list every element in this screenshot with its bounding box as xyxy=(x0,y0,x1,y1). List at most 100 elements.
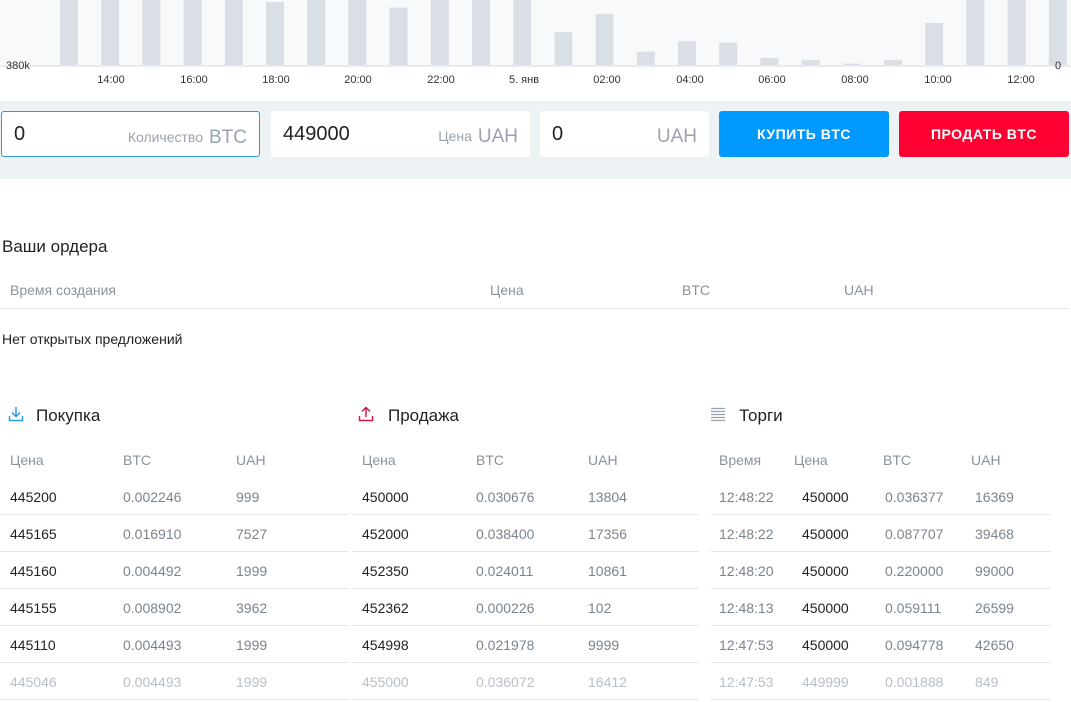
table-row[interactable]: 445155 0.008902 3962 xyxy=(0,589,348,626)
volume-bar xyxy=(925,23,944,65)
time-cell: 12:48:13 xyxy=(719,600,774,616)
uah-cell: 17356 xyxy=(588,526,627,542)
volume-bar xyxy=(60,0,78,65)
price-input[interactable] xyxy=(271,111,530,157)
y-axis-right-label: 0 xyxy=(1055,60,1062,72)
btc-cell: 0.004493 xyxy=(123,674,182,690)
table-row[interactable]: 12:48:20 450000 0.220000 99000 xyxy=(711,552,1051,589)
volume-chart-svg xyxy=(0,0,1071,67)
y-axis-left-label: 380k xyxy=(6,60,30,72)
time-cell: 12:48:22 xyxy=(719,489,774,505)
price-cell: 450000 xyxy=(362,489,409,505)
uah-cell: 3962 xyxy=(236,600,268,616)
btc-cell: 0.038400 xyxy=(476,526,535,542)
volume-bar xyxy=(389,7,408,66)
table-row[interactable]: 12:48:22 450000 0.036377 16369 xyxy=(711,478,1051,515)
volume-bar xyxy=(348,0,367,65)
price-cell: 450000 xyxy=(802,637,849,653)
buy-col-btc: BTC xyxy=(123,452,151,468)
sell-col-uah: UAH xyxy=(588,452,618,468)
price-cell: 445155 xyxy=(10,600,57,616)
price-cell: 445165 xyxy=(10,526,57,542)
trades-col-price: Цена xyxy=(794,452,828,468)
table-row[interactable]: 445046 0.004493 1999 xyxy=(0,663,348,700)
x-tick-label: 22:00 xyxy=(427,74,455,86)
x-tick-label: 16:00 xyxy=(180,74,208,86)
order-form: КоличествоBTC ЦенаUAH UAH КУПИТЬ BTC ПРО… xyxy=(0,101,1071,179)
price-cell: 445160 xyxy=(10,563,57,579)
time-cell: 12:48:22 xyxy=(719,526,774,542)
volume-bar xyxy=(307,0,326,65)
uah-cell: 10861 xyxy=(588,563,627,579)
total-input[interactable] xyxy=(540,111,709,157)
volume-bar xyxy=(142,0,161,65)
volume-bar xyxy=(101,0,120,65)
buy-section-title: Покупка xyxy=(36,406,101,425)
total-field-wrapper: UAH xyxy=(540,111,709,157)
amount-input[interactable] xyxy=(2,112,259,156)
table-row[interactable]: 452000 0.038400 17356 xyxy=(352,515,699,552)
table-row[interactable]: 452362 0.000226 102 xyxy=(352,589,699,626)
buy-btc-button[interactable]: КУПИТЬ BTC xyxy=(719,111,889,157)
trades-col-btc: BTC xyxy=(883,452,911,468)
price-cell: 452350 xyxy=(362,563,409,579)
orders-col-uah: UAH xyxy=(844,282,874,298)
volume-bar xyxy=(678,41,696,65)
volume-bar xyxy=(636,51,655,65)
orders-col-price: Цена xyxy=(490,282,524,298)
orders-col-created: Время создания xyxy=(10,282,116,298)
row-divider xyxy=(352,699,699,700)
volume-bar xyxy=(760,58,779,65)
btc-cell: 0.036072 xyxy=(476,674,535,690)
table-row[interactable]: 12:48:13 450000 0.059111 26599 xyxy=(711,589,1051,626)
btc-cell: 0.002246 xyxy=(123,489,182,505)
uah-cell: 1999 xyxy=(236,674,268,690)
btc-cell: 0.220000 xyxy=(885,563,944,579)
amount-field-wrapper: КоличествоBTC xyxy=(1,111,260,157)
table-row[interactable]: 12:47:53 450000 0.094778 42650 xyxy=(711,626,1051,663)
uah-cell: 39468 xyxy=(975,526,1014,542)
sell-col-btc: BTC xyxy=(476,452,504,468)
list-icon xyxy=(711,407,725,422)
trades-section-title: Торги xyxy=(739,406,783,425)
time-cell: 12:47:53 xyxy=(719,637,774,653)
your-orders-title: Ваши ордера xyxy=(2,237,108,256)
row-divider xyxy=(711,699,1051,700)
sell-section-title: Продажа xyxy=(388,406,459,425)
volume-bar xyxy=(513,0,532,65)
price-cell: 445046 xyxy=(10,674,57,690)
table-row[interactable]: 455000 0.036072 16412 xyxy=(352,663,699,700)
price-cell: 445110 xyxy=(10,637,56,653)
table-row[interactable]: 445160 0.004492 1999 xyxy=(0,552,348,589)
volume-bar xyxy=(224,0,243,65)
price-cell: 452362 xyxy=(362,600,409,616)
btc-cell: 0.000226 xyxy=(476,600,535,616)
table-row[interactable]: 452350 0.024011 10861 xyxy=(352,552,699,589)
btc-cell: 0.004493 xyxy=(123,637,182,653)
table-row[interactable]: 12:47:53 449999 0.001888 849 xyxy=(711,663,1051,700)
orders-col-btc: BTC xyxy=(682,282,710,298)
x-tick-label: 20:00 xyxy=(344,74,372,86)
x-tick-label: 18:00 xyxy=(262,74,290,86)
sell-btc-button[interactable]: ПРОДАТЬ BTC xyxy=(899,111,1069,157)
uah-cell: 7527 xyxy=(236,526,268,542)
price-cell: 455000 xyxy=(362,674,409,690)
price-field-wrapper: ЦенаUAH xyxy=(271,111,530,157)
uah-cell: 849 xyxy=(975,674,999,690)
table-row[interactable]: 445165 0.016910 7527 xyxy=(0,515,348,552)
table-row[interactable]: 12:48:22 450000 0.087707 39468 xyxy=(711,515,1051,552)
volume-bar xyxy=(595,13,614,65)
price-cell: 450000 xyxy=(802,526,849,542)
btc-cell: 0.004492 xyxy=(123,563,182,579)
table-row[interactable]: 445200 0.002246 999 xyxy=(0,478,348,515)
table-row[interactable]: 445110 0.004493 1999 xyxy=(0,626,348,663)
table-row[interactable]: 450000 0.030676 13804 xyxy=(352,478,699,515)
volume-bar xyxy=(966,0,985,65)
volume-chart: 380k 0 14:00 16:00 18:00 20:00 22:00 5. янв 02… xyxy=(0,0,1071,100)
table-row[interactable]: 454998 0.021978 9999 xyxy=(352,626,699,663)
uah-cell: 999 xyxy=(236,489,260,505)
btc-cell: 0.059111 xyxy=(885,600,942,616)
volume-bar xyxy=(472,0,490,65)
btc-cell: 0.030676 xyxy=(476,489,535,505)
x-tick-label: 08:00 xyxy=(841,74,869,86)
